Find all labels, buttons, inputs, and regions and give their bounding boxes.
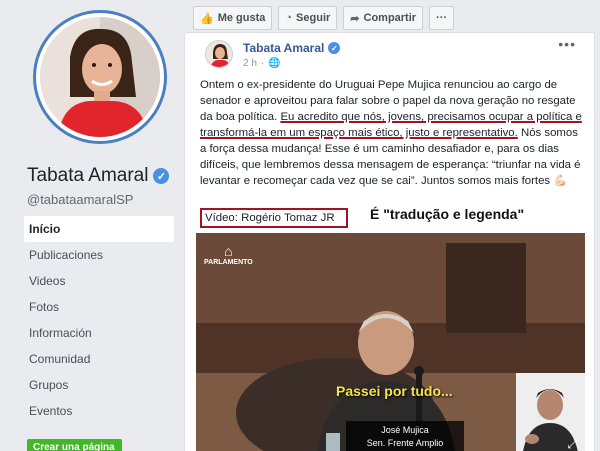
post-options-icon[interactable]: ••• (558, 36, 576, 52)
sidebar-item-publicaciones[interactable]: Publicaciones (24, 242, 174, 268)
expand-icon[interactable]: ⤢ (567, 437, 577, 451)
like-button[interactable]: 👍 Me gusta (193, 6, 273, 30)
post-timestamp[interactable]: 2 h · 🌐 (243, 58, 281, 69)
annotation-note: É "tradução e legenda" (370, 206, 525, 222)
page-action-bar: 👍 Me gusta ◔ Seguir ➦ Compartir ··· (193, 6, 455, 32)
video-credit-box: Vídeo: Rogério Tomaz JR (200, 208, 348, 228)
sidebar-item-inicio[interactable]: Início (24, 216, 174, 242)
sidebar-nav: Início Publicaciones Videos Fotos Inform… (24, 216, 174, 424)
post-body: Ontem o ex-presidente do Uruguai Pepe Mu… (200, 77, 585, 189)
post-author-name[interactable]: Tabata Amaral ✓ (243, 41, 341, 55)
share-button[interactable]: ➦ Compartir (343, 6, 424, 30)
profile-handle[interactable]: @tabataamaralSP (27, 192, 133, 207)
more-options-button[interactable]: ··· (429, 6, 455, 30)
avatar (40, 17, 160, 137)
sidebar-item-eventos[interactable]: Eventos (24, 398, 174, 424)
create-page-button[interactable]: Crear una página (27, 439, 122, 451)
sidebar-item-informacion[interactable]: Información (24, 320, 174, 346)
video-lower-third: José Mujica Sen. Frente Amplio (346, 421, 464, 451)
parliament-logo: ⌂ PARLAMENTO (204, 243, 253, 266)
video-player[interactable]: ⌂ PARLAMENTO Passei por tudo... José Muj… (196, 233, 585, 451)
share-arrow-icon: ➦ (350, 12, 360, 25)
page-sidebar: Tabata Amaral ✓ @tabataamaralSP Início P… (0, 0, 183, 451)
post-author-avatar[interactable] (205, 40, 233, 68)
profile-picture[interactable] (33, 10, 167, 144)
profile-name: Tabata Amaral ✓ (27, 165, 170, 187)
follow-button[interactable]: ◔ Seguir (278, 6, 338, 30)
sidebar-item-grupos[interactable]: Grupos (24, 372, 174, 398)
sidebar-item-comunidad[interactable]: Comunidad (24, 346, 174, 372)
rss-icon: ◔ (285, 12, 293, 24)
sidebar-item-videos[interactable]: Videos (24, 268, 174, 294)
thumbs-up-icon: 👍 (200, 12, 214, 25)
verified-badge-icon: ✓ (153, 168, 170, 184)
sidebar-item-fotos[interactable]: Fotos (24, 294, 174, 320)
post-card: Tabata Amaral ✓ 2 h · 🌐 ••• Ontem o ex-p… (184, 32, 595, 451)
verified-badge-icon: ✓ (328, 42, 341, 54)
video-subtitle: Passei por tudo... (336, 383, 453, 399)
globe-icon: 🌐 (268, 58, 281, 69)
